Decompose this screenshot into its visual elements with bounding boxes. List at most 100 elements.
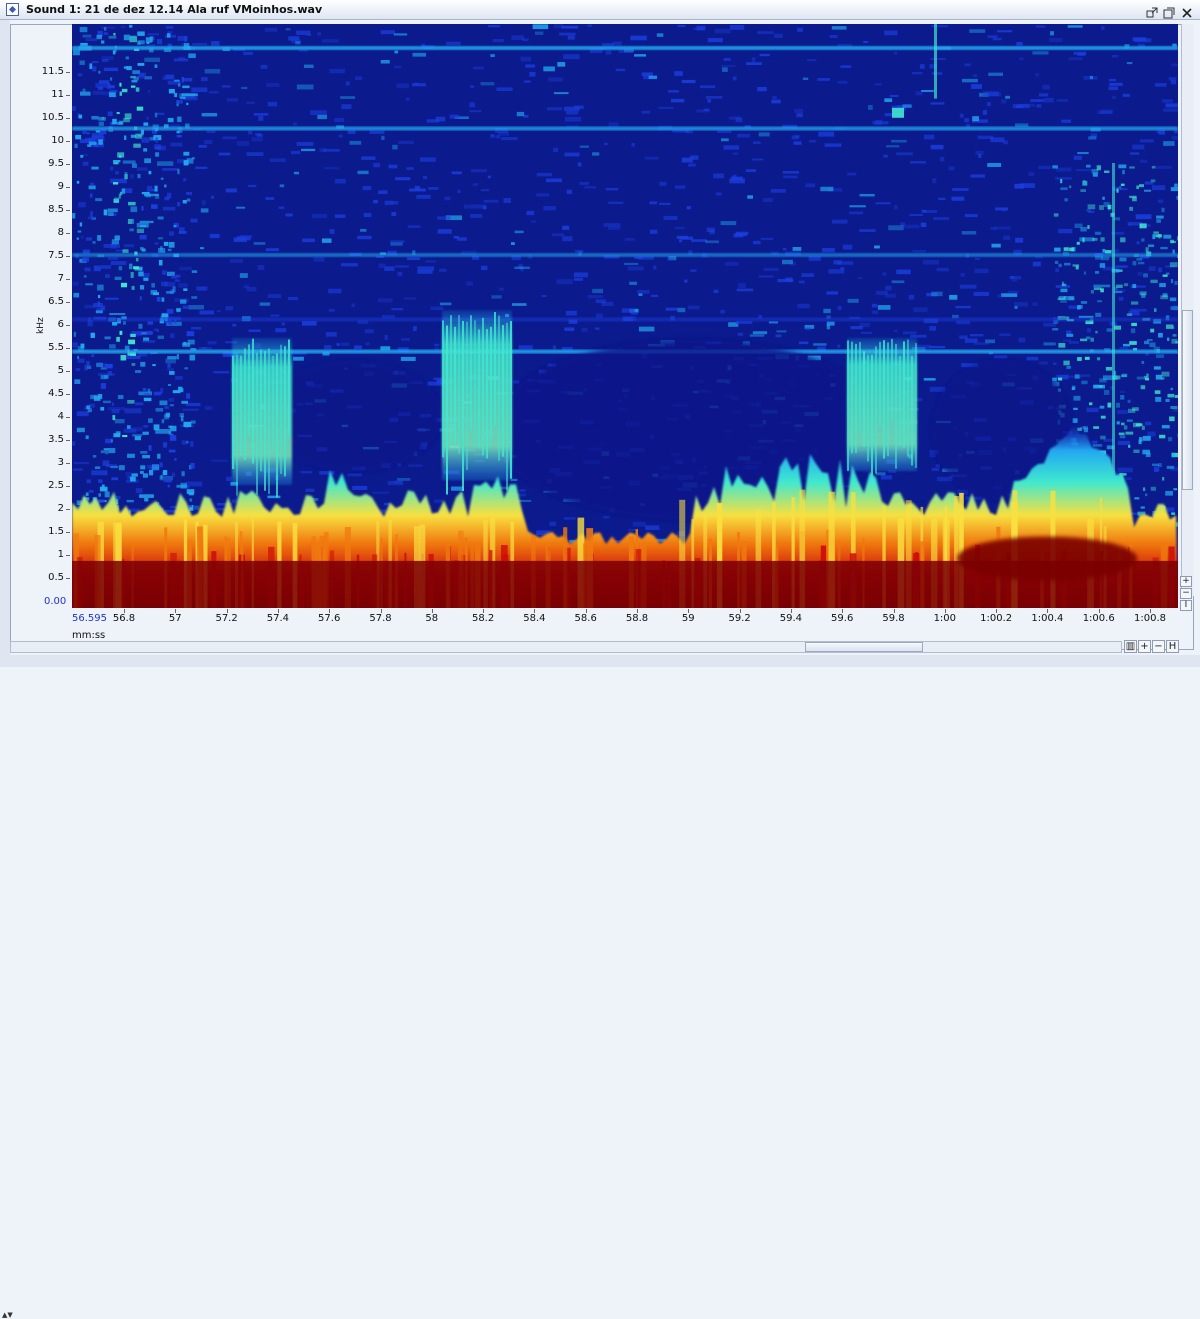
noise-speckle xyxy=(363,186,372,190)
noise-speckle xyxy=(932,72,942,74)
noise-right xyxy=(1156,219,1161,223)
noise-speckle xyxy=(533,24,549,29)
noise-right xyxy=(1099,378,1106,382)
noise-speckle xyxy=(820,187,833,191)
noise-speckle xyxy=(84,154,88,156)
horizontal-zoom-fit-button[interactable]: H xyxy=(1166,640,1179,653)
noise-right xyxy=(1171,339,1177,344)
noise-right xyxy=(1152,464,1159,466)
y-tick-mark xyxy=(66,141,70,142)
noise-speckle xyxy=(355,76,362,80)
vertical-zoom-fit-button[interactable]: I xyxy=(1180,600,1192,611)
x-tick-mark xyxy=(329,609,330,613)
noise-column xyxy=(169,371,175,375)
noise-speckle xyxy=(207,341,216,344)
undock-icon[interactable] xyxy=(1146,4,1158,16)
vertical-zoom-in-button[interactable]: + xyxy=(1180,576,1192,587)
noise-speckle xyxy=(390,240,405,243)
noise-column xyxy=(72,342,77,347)
noise-column xyxy=(181,401,188,404)
noise-column xyxy=(158,217,164,220)
burst-striation xyxy=(288,340,290,437)
horizontal-zoom-out-button[interactable]: − xyxy=(1152,640,1165,653)
noise-speckle xyxy=(373,200,378,204)
noise-right xyxy=(1106,367,1112,371)
noise-speckle xyxy=(427,119,440,122)
noise-column xyxy=(183,200,187,203)
noise-speckle xyxy=(1169,77,1177,80)
vertical-scroll-thumb[interactable] xyxy=(1182,310,1193,490)
noise-speckle xyxy=(805,183,815,187)
noise-right xyxy=(1083,426,1088,430)
noise-column xyxy=(190,441,194,447)
noise-speckle xyxy=(650,230,657,234)
noise-column xyxy=(82,89,85,92)
vertical-zoom-out-button[interactable]: − xyxy=(1180,588,1192,599)
noise-right xyxy=(1095,232,1101,235)
close-icon[interactable] xyxy=(1181,4,1193,16)
vocalization-burst xyxy=(442,310,512,480)
noise-speckle xyxy=(960,114,964,118)
noise-speckle xyxy=(434,500,444,503)
noise-column xyxy=(169,89,175,93)
collapse-arrows-icon[interactable]: ▲▼ xyxy=(2,1311,13,1319)
noise-speckle xyxy=(674,71,683,76)
noise-speckle xyxy=(340,96,355,99)
noise-speckle xyxy=(406,98,410,101)
horizontal-scrollbar[interactable] xyxy=(10,641,1122,653)
noise-speckle xyxy=(417,270,432,274)
burst-striation xyxy=(268,349,270,495)
noise-speckle xyxy=(1173,409,1178,412)
noise-right xyxy=(1149,342,1155,347)
noise-speckle xyxy=(434,348,439,350)
noise-speckle xyxy=(1019,338,1026,343)
noise-speckle xyxy=(675,185,685,188)
noise-column xyxy=(149,470,153,475)
noise-speckle xyxy=(737,289,754,292)
noise-speckle xyxy=(301,149,315,151)
noise-speckle xyxy=(191,327,201,330)
x-tick-label: 1:00.2 xyxy=(980,613,1012,624)
noise-speckle xyxy=(378,190,387,194)
noise-right xyxy=(1154,308,1156,312)
noise-speckle xyxy=(724,58,731,61)
spectrogram-view[interactable] xyxy=(72,24,1178,608)
noise-right xyxy=(1097,357,1100,360)
noise-speckle xyxy=(783,176,797,179)
noise-speckle xyxy=(186,403,201,406)
noise-right xyxy=(1058,298,1066,300)
split-view-icon[interactable]: ▥ xyxy=(1124,640,1137,653)
noise-right xyxy=(1100,288,1104,292)
noise-column xyxy=(151,283,155,287)
horizontal-scroll-thumb[interactable] xyxy=(805,642,923,652)
noise-speckle xyxy=(759,132,770,136)
noise-column xyxy=(84,275,87,277)
title-bar[interactable]: Sound 1: 21 de dez 12.14 Ala ruf VMoinho… xyxy=(0,0,1200,20)
y-tick-label: 4 xyxy=(58,412,64,422)
window-left-border xyxy=(0,20,10,655)
x-tick-label: 1:00.6 xyxy=(1083,613,1115,624)
noise-speckle xyxy=(1155,397,1161,402)
noise-column xyxy=(159,260,163,266)
noise-column xyxy=(191,421,196,424)
tonal-band xyxy=(72,317,1178,321)
x-tick-label: 58.8 xyxy=(626,613,648,624)
noise-column xyxy=(186,393,190,399)
noise-speckle xyxy=(481,266,487,270)
restore-icon[interactable] xyxy=(1163,4,1175,16)
noise-speckle xyxy=(324,167,339,169)
noise-speckle xyxy=(832,220,848,224)
noise-column xyxy=(96,35,101,39)
noise-column xyxy=(79,115,82,119)
noise-column xyxy=(152,364,156,366)
noise-speckle xyxy=(322,238,332,242)
noise-column xyxy=(87,366,91,369)
horizontal-zoom-in-button[interactable]: + xyxy=(1138,640,1151,653)
x-tick-label: 1:00 xyxy=(934,613,956,624)
noise-speckle xyxy=(1008,291,1019,294)
x-tick-mark xyxy=(534,609,535,613)
noise-column xyxy=(179,227,185,233)
noise-speckle xyxy=(564,327,574,331)
noise-speckle xyxy=(247,287,257,292)
noise-right xyxy=(1116,189,1118,193)
